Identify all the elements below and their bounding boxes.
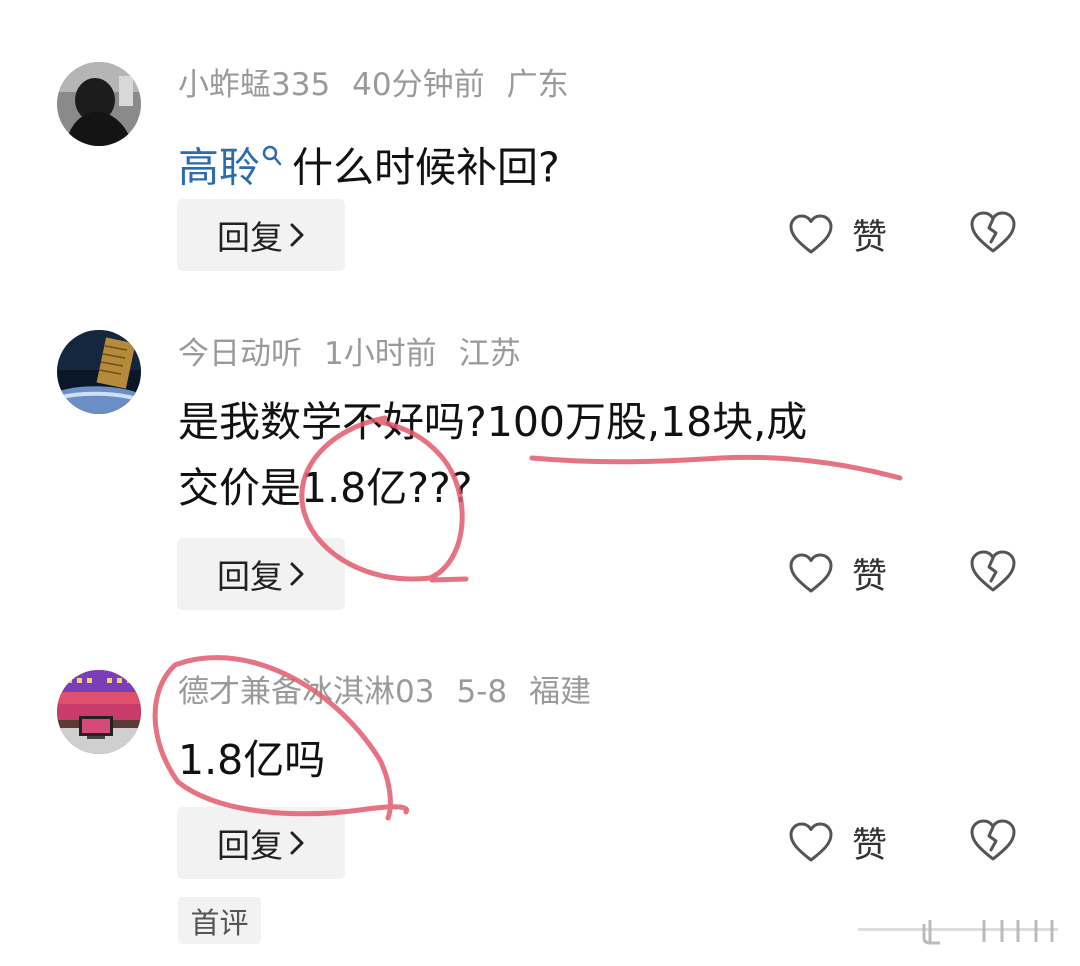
- like-button[interactable]: 赞: [788, 548, 887, 598]
- reply-button[interactable]: 回复: [177, 199, 345, 271]
- like-button[interactable]: 赞: [788, 817, 887, 867]
- timestamp: 40分钟前: [352, 67, 485, 103]
- comment-body-line: 交价是1.8亿???: [178, 464, 473, 512]
- dislike-button[interactable]: [968, 817, 1018, 867]
- reply-label: 回复: [217, 218, 283, 257]
- broken-heart-icon: [970, 211, 1016, 253]
- heart-outline-icon: [789, 553, 833, 593]
- timestamp: 1小时前: [324, 336, 437, 372]
- avatar[interactable]: [57, 670, 141, 754]
- like-label: 赞: [852, 556, 888, 597]
- user-mention[interactable]: 高聆: [178, 144, 260, 192]
- username[interactable]: 德才兼备冰淇淋03: [178, 674, 434, 710]
- chevron-right-icon: [290, 562, 304, 586]
- reply-label: 回复: [217, 826, 283, 865]
- like-button[interactable]: 赞: [788, 209, 887, 259]
- comment-meta: 今日动听 1小时前 江苏: [178, 339, 543, 370]
- reply-button[interactable]: 回复: [177, 538, 345, 610]
- location: 江苏: [458, 336, 521, 372]
- watermark-decoration: [858, 920, 1058, 945]
- comment-text: 高聆 什么时候补回?: [178, 120, 1018, 201]
- location: 广东: [506, 67, 569, 103]
- comment-meta: 小蚱蜢335 40分钟前 广东: [178, 70, 591, 101]
- search-icon: [262, 120, 282, 186]
- username[interactable]: 小蚱蜢335: [178, 67, 330, 103]
- heart-outline-icon: [789, 822, 833, 862]
- like-label: 赞: [852, 217, 888, 258]
- chevron-right-icon: [290, 831, 304, 855]
- broken-heart-icon: [970, 550, 1016, 592]
- chevron-right-icon: [290, 223, 304, 247]
- comment-body: 1.8亿吗: [178, 736, 326, 784]
- reply-label: 回复: [217, 557, 283, 596]
- location: 福建: [529, 674, 592, 710]
- first-comment-badge: 首评: [178, 897, 261, 944]
- timestamp: 5-8: [456, 674, 508, 710]
- avatar[interactable]: [57, 330, 141, 414]
- dislike-button[interactable]: [968, 548, 1018, 598]
- like-label: 赞: [852, 825, 888, 866]
- avatar[interactable]: [57, 62, 141, 146]
- comment-text: 1.8亿吗: [178, 727, 1018, 793]
- dislike-button[interactable]: [968, 209, 1018, 259]
- comment-text: 是我数学不好吗?100万股,18块,成 交价是1.8亿???: [178, 389, 1018, 521]
- comment-body-line: 是我数学不好吗?100万股,18块,成: [178, 398, 808, 446]
- comment-meta: 德才兼备冰淇淋03 5-8 福建: [178, 677, 613, 708]
- username[interactable]: 今日动听: [178, 336, 302, 372]
- broken-heart-icon: [970, 819, 1016, 861]
- reply-button[interactable]: 回复: [177, 807, 345, 879]
- comment-body: 什么时候补回?: [292, 143, 560, 192]
- heart-outline-icon: [789, 214, 833, 254]
